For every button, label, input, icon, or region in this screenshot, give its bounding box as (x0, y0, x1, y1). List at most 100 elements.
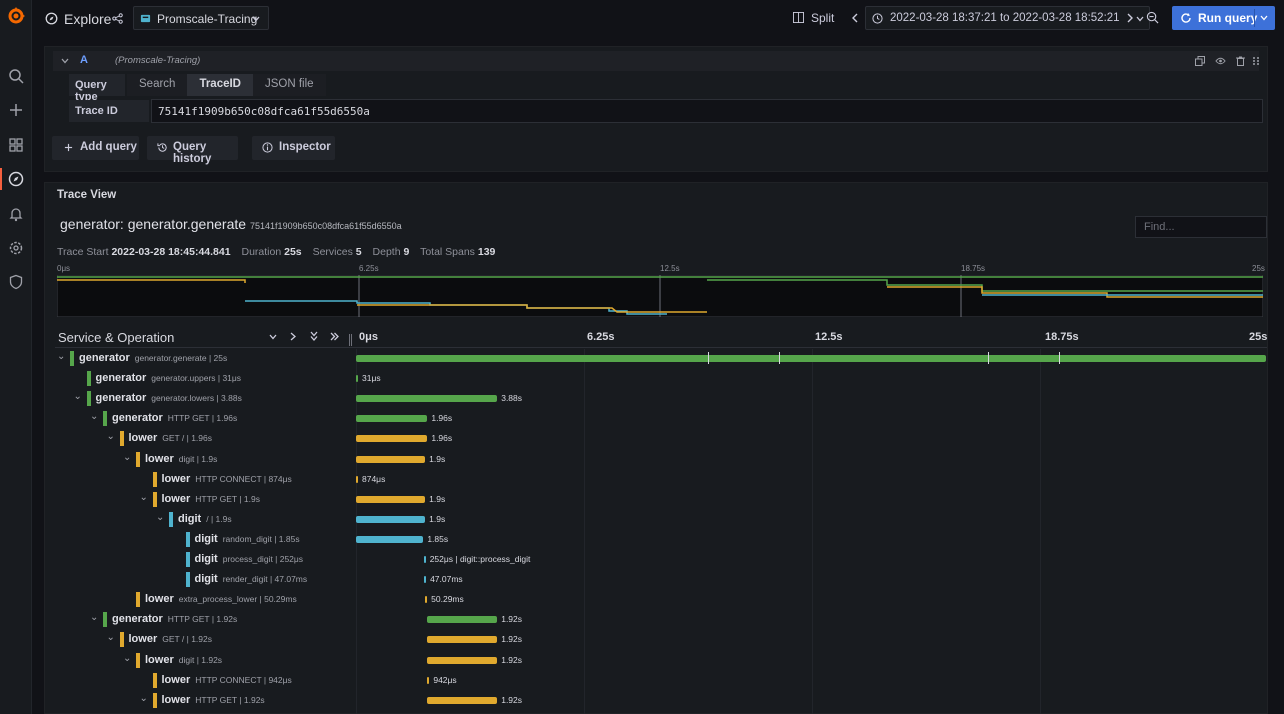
shield-icon[interactable] (8, 274, 24, 290)
span-service-operation[interactable]: digit random_digit | 1.85s (195, 533, 300, 545)
span-service-operation[interactable]: digit / | 1.9s (178, 513, 232, 525)
span-service-operation[interactable]: lower HTTP GET | 1.9s (162, 493, 260, 505)
span-bar[interactable] (356, 415, 428, 423)
chevron-down-icon[interactable] (269, 334, 277, 340)
span-service-operation[interactable]: generator generator.generate | 25s (79, 352, 227, 364)
chevron-down-icon[interactable] (61, 58, 69, 64)
zoom-out-icon[interactable] (1146, 11, 1159, 24)
column-resizer[interactable] (349, 334, 352, 346)
span-service-operation[interactable]: lower extra_process_lower | 50.29ms (145, 593, 297, 605)
span-service-operation[interactable]: lower digit | 1.9s (145, 453, 217, 465)
span-bar[interactable] (356, 455, 426, 463)
chevron-down-icon[interactable]: ⌄ (107, 632, 115, 643)
span-bar[interactable] (427, 696, 498, 704)
span-row[interactable]: lower HTTP CONNECT | 874μs 874μs (55, 470, 1267, 490)
span-row[interactable]: ⌄ generator HTTP GET | 1.92s 1.92s (55, 610, 1267, 630)
span-bar[interactable] (356, 535, 424, 543)
compass-icon[interactable] (8, 171, 24, 187)
span-service-operation[interactable]: lower digit | 1.92s (145, 654, 222, 666)
span-row[interactable]: ⌄ digit / | 1.9s 1.9s (55, 510, 1267, 530)
span-log-marker[interactable] (1058, 352, 1060, 364)
trace-id-input[interactable]: 75141f1909b650c08dfca61f55d6550a (151, 99, 1263, 123)
span-row[interactable]: digit render_digit | 47.07ms 47.07ms (55, 570, 1267, 590)
span-bar[interactable] (356, 515, 426, 523)
chevron-down-icon[interactable]: ⌄ (156, 512, 164, 523)
gear-icon[interactable] (8, 240, 24, 256)
span-bar[interactable] (427, 656, 498, 664)
chevron-down-icon[interactable]: ⌄ (90, 411, 98, 422)
span-row[interactable]: lower HTTP CONNECT | 942μs 942μs (55, 671, 1267, 691)
span-row[interactable]: ⌄ generator HTTP GET | 1.96s 1.96s (55, 409, 1267, 429)
span-service-operation[interactable]: lower GET / | 1.92s (129, 633, 213, 645)
span-bar[interactable] (427, 676, 430, 684)
add-query-button[interactable]: Add query (52, 136, 139, 160)
datasource-picker[interactable]: Promscale-Tracing (133, 6, 269, 30)
chevron-down-icon[interactable]: ⌄ (140, 693, 148, 704)
span-service-operation[interactable]: digit process_digit | 252μs (195, 553, 304, 565)
span-bar[interactable] (425, 596, 428, 604)
search-icon[interactable] (8, 68, 24, 84)
split-button[interactable]: Split (785, 6, 839, 30)
span-bar[interactable] (424, 576, 427, 584)
span-bar[interactable] (423, 556, 426, 563)
span-log-marker[interactable] (779, 352, 781, 364)
trace-minimap[interactable]: 0μs 6.25s 12.5s 18.75s 25s (57, 264, 1265, 317)
span-service-operation[interactable]: generator HTTP GET | 1.92s (112, 613, 237, 625)
chevron-down-icon[interactable]: ⌄ (123, 452, 131, 463)
query-row-header[interactable]: A (Promscale-Tracing) (53, 51, 1259, 71)
query-type-search[interactable]: Search (127, 74, 188, 96)
span-log-marker[interactable] (708, 352, 710, 364)
span-row[interactable]: ⌄ lower digit | 1.92s 1.92s (55, 651, 1267, 671)
span-bar[interactable] (427, 616, 498, 624)
time-range-picker[interactable]: 2022-03-28 18:37:21 to 2022-03-28 18:52:… (865, 6, 1150, 30)
span-service-operation[interactable]: lower HTTP GET | 1.92s (162, 694, 265, 706)
span-bar[interactable] (356, 395, 498, 403)
span-bar[interactable] (356, 475, 358, 483)
chevron-right-icon[interactable] (290, 332, 296, 341)
span-service-operation[interactable]: lower HTTP CONNECT | 942μs (162, 674, 292, 686)
chevron-right-icon[interactable] (1126, 13, 1134, 23)
span-row[interactable]: digit random_digit | 1.85s 1.85s (55, 530, 1267, 550)
span-service-operation[interactable]: generator generator.lowers | 3.88s (96, 392, 242, 404)
span-row[interactable]: ⌄ lower HTTP GET | 1.9s 1.9s (55, 490, 1267, 510)
span-service-operation[interactable]: digit render_digit | 47.07ms (195, 573, 308, 585)
duplicate-icon[interactable] (1195, 56, 1205, 66)
span-service-operation[interactable]: generator generator.uppers | 31μs (96, 372, 242, 384)
grafana-logo-icon[interactable] (6, 6, 26, 26)
trash-icon[interactable] (1236, 56, 1245, 66)
query-type-traceid[interactable]: TraceID (187, 74, 253, 96)
chevron-down-icon[interactable]: ⌄ (57, 351, 65, 362)
span-bar[interactable] (356, 495, 426, 503)
run-query-button[interactable]: Run query (1172, 6, 1275, 30)
span-row[interactable]: ⌄ lower digit | 1.9s 1.9s (55, 450, 1267, 470)
drag-handle-icon[interactable] (1252, 56, 1260, 66)
span-service-operation[interactable]: lower GET / | 1.96s (129, 432, 213, 444)
span-bar[interactable] (356, 435, 428, 443)
dashboards-icon[interactable] (8, 137, 24, 153)
chevron-down-icon[interactable]: ⌄ (123, 653, 131, 664)
chevron-down-icon[interactable] (1260, 15, 1268, 21)
double-chevron-down-icon[interactable] (310, 331, 318, 342)
eye-icon[interactable] (1215, 56, 1226, 66)
span-bar[interactable] (356, 375, 358, 383)
span-row[interactable]: ⌄ lower GET / | 1.92s 1.92s (55, 630, 1267, 650)
span-row[interactable]: ⌄ generator generator.generate | 25s (55, 349, 1267, 369)
query-history-button[interactable]: Query history (147, 136, 238, 165)
query-type-json-file[interactable]: JSON file (253, 74, 326, 96)
inspector-button[interactable]: Inspector (252, 136, 335, 160)
span-service-operation[interactable]: lower HTTP CONNECT | 874μs (162, 473, 292, 485)
chevron-down-icon[interactable]: ⌄ (107, 431, 115, 442)
chevron-left-icon[interactable] (851, 13, 859, 23)
span-bar[interactable] (427, 636, 498, 644)
chevron-down-icon[interactable]: ⌄ (74, 391, 82, 402)
chevron-down-icon[interactable]: ⌄ (90, 612, 98, 623)
double-chevron-right-icon[interactable] (330, 332, 339, 341)
find-input[interactable]: Find... (1135, 216, 1267, 238)
span-bar[interactable] (356, 355, 1266, 362)
span-row[interactable]: lower extra_process_lower | 50.29ms 50.29m… (55, 590, 1267, 610)
span-row[interactable]: ⌄ lower HTTP GET | 1.92s 1.92s (55, 691, 1267, 711)
span-service-operation[interactable]: generator HTTP GET | 1.96s (112, 412, 237, 424)
span-log-marker[interactable] (987, 352, 989, 364)
span-row[interactable]: generator generator.uppers | 31μs 31μs (55, 369, 1267, 389)
plus-icon[interactable] (8, 102, 24, 118)
